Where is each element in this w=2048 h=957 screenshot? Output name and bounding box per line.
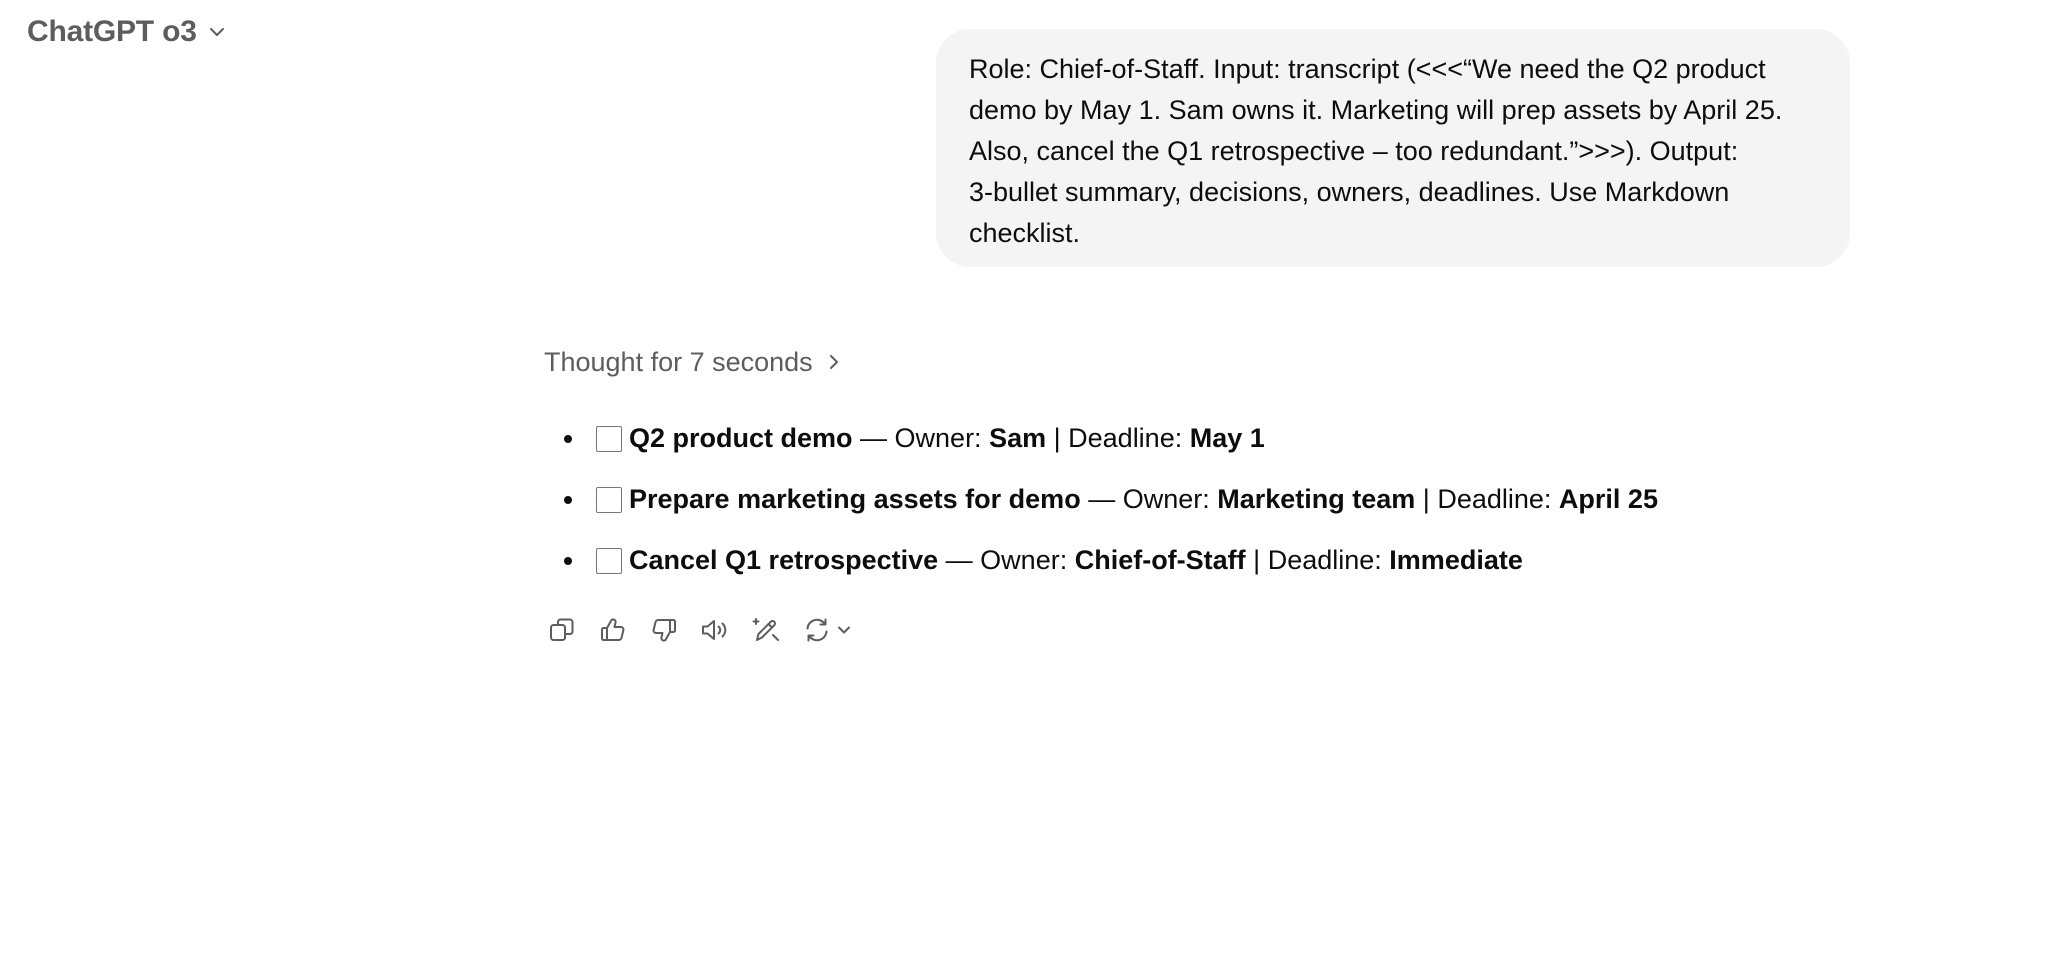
message-action-bar (542, 610, 872, 650)
deadline-label: Deadline: (1068, 423, 1190, 453)
deadline-label: Deadline: (1267, 545, 1390, 575)
model-title: ChatGPT o3 (27, 15, 197, 48)
checkbox[interactable] (596, 547, 622, 574)
thumbs-up-icon (599, 616, 627, 644)
checkbox[interactable] (596, 425, 622, 452)
thumbs-up-button[interactable] (593, 610, 633, 650)
owner-value: Sam (989, 423, 1047, 453)
bullet-icon (564, 434, 572, 443)
separator: — (1080, 484, 1123, 514)
divider: | (1046, 423, 1069, 453)
owner-label: Owner: (980, 545, 1075, 575)
divider: | (1415, 484, 1438, 514)
separator: — (938, 545, 981, 575)
checkbox[interactable] (596, 486, 622, 513)
bullet-icon (564, 556, 572, 565)
read-aloud-icon (700, 616, 730, 644)
user-message-line: demo by May 1. Sam owns it. Marketing wi… (969, 95, 1783, 125)
checklist-item: Q2 product demo — Owner: Sam | Deadline:… (544, 408, 1658, 469)
task-name: Q2 product demo (629, 423, 853, 453)
thought-label: Thought for 7 seconds (544, 346, 813, 377)
owner-value: Chief-of-Staff (1074, 545, 1246, 575)
user-message-line: 3-bullet summary, decisions, owners, dea… (969, 177, 1730, 207)
deadline-value: April 25 (1558, 484, 1658, 514)
assistant-checklist: Q2 product demo — Owner: Sam | Deadline:… (544, 408, 1658, 591)
deadline-label: Deadline: (1437, 484, 1559, 514)
edit-icon (751, 616, 781, 644)
owner-label: Owner: (1122, 484, 1218, 514)
copy-button[interactable] (542, 610, 582, 650)
bullet-icon (564, 495, 572, 504)
divider: | (1245, 545, 1268, 575)
regenerate-icon (803, 616, 831, 644)
checklist-item: Cancel Q1 retrospective — Owner: Chief-o… (544, 530, 1658, 591)
model-switcher[interactable]: ChatGPT o3 (27, 10, 227, 54)
chevron-down-icon (835, 621, 853, 639)
owner-value: Marketing team (1217, 484, 1416, 514)
user-message-line: Role: Chief-of-Staff. Input: transcript … (969, 54, 1766, 84)
deadline-value: Immediate (1389, 545, 1523, 575)
user-message-line: checklist. (969, 218, 1081, 248)
task-name: Cancel Q1 retrospective (629, 545, 939, 575)
thought-toggle[interactable]: Thought for 7 seconds (544, 342, 841, 382)
regenerate-button[interactable] (797, 610, 861, 650)
copy-icon (548, 616, 576, 644)
checklist-item: Prepare marketing assets for demo — Owne… (544, 469, 1658, 530)
task-name: Prepare marketing assets for demo (629, 484, 1081, 514)
chevron-down-icon (207, 22, 227, 42)
deadline-value: May 1 (1189, 423, 1265, 453)
user-message-bubble: Role: Chief-of-Staff. Input: transcript … (936, 29, 1850, 267)
chevron-right-icon (827, 352, 841, 372)
separator: — (852, 423, 895, 453)
thumbs-down-button[interactable] (644, 610, 684, 650)
owner-label: Owner: (894, 423, 990, 453)
user-message-line: Also, cancel the Q1 retrospective – too … (969, 136, 1739, 166)
edit-button[interactable] (746, 610, 786, 650)
thumbs-down-icon (650, 616, 678, 644)
read-aloud-button[interactable] (695, 610, 735, 650)
